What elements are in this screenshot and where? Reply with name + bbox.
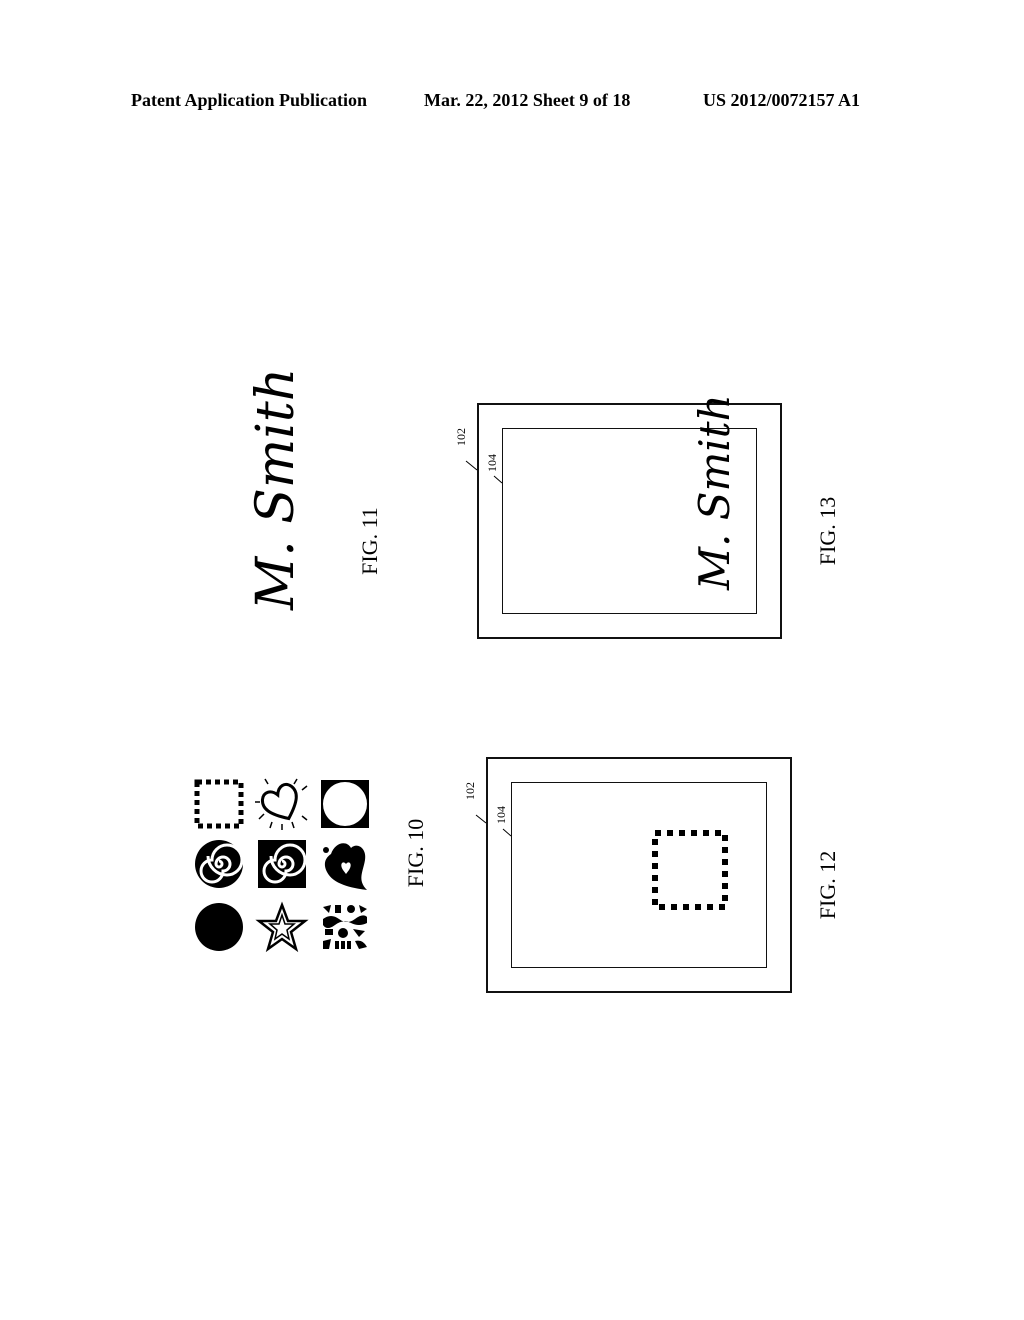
dotted-square-placed-icon (652, 830, 728, 910)
fig12-label: FIG. 12 (815, 850, 840, 920)
fig12-leader-lines (475, 814, 512, 837)
